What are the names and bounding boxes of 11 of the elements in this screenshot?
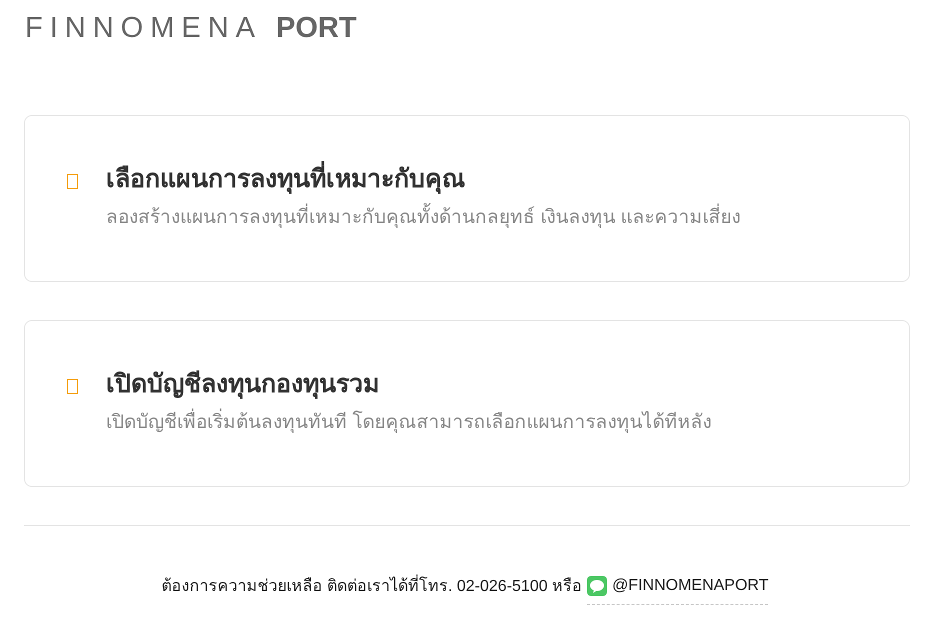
option-title: เปิดบัญชีลงทุนกองทุนรวม bbox=[106, 369, 380, 399]
option-description: เปิดบัญชีเพื่อเริ่มต้นลงทุนทันที โดยคุณสามารถเลือกแผนการลงทุนได้ทีหลัง bbox=[106, 411, 712, 435]
help-text: ต้องการความช่วยเหลือ ติดต่อเราได้ที่โทร. 02-026-5100 หรือ bbox=[162, 574, 582, 598]
option-card[interactable]: เปิดบัญชีลงทุนกองทุนรวม เปิดบัญชีเพื่อเริ่มต้นลงทุนทันที โดยคุณสามารถเลือกแผนการลงทุนได้ทีหลัง bbox=[24, 320, 910, 487]
line-account-link[interactable]: @FINNOMENAPORT bbox=[587, 568, 768, 605]
logo-brand: FINNOMENA bbox=[25, 14, 262, 43]
logo-product: PORT bbox=[276, 14, 357, 43]
option-card[interactable]: เลือกแผนการลงทุนที่เหมาะกับคุณ ลองสร้างแผนการลงทุนที่เหมาะกับคุณทั้งด้านกลยุทธ์ เงินลงทุน และความเสี่ยง bbox=[24, 115, 910, 282]
chat-bubble-icon bbox=[587, 576, 608, 596]
square-icon bbox=[67, 379, 78, 394]
square-icon bbox=[67, 174, 78, 189]
